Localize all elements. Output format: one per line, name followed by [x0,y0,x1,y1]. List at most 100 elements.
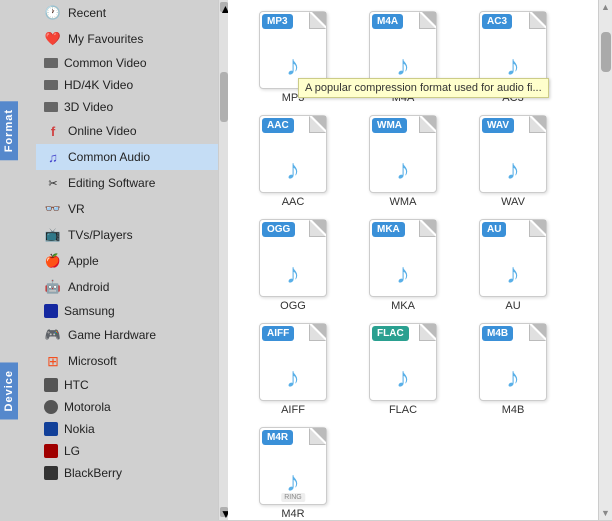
sidebar-item-game-hardware[interactable]: 🎮 Game Hardware [36,322,218,348]
wav-label: WAV [501,196,525,208]
nokia-icon [44,422,58,436]
sidebar-item-recent[interactable]: 🕐 Recent [36,0,218,26]
sidebar-item-common-video[interactable]: Common Video [36,52,218,74]
aiff-badge: AIFF [262,326,294,341]
aiff-label: AIFF [281,404,305,416]
mka-music-note: ♪ [396,258,410,290]
format-item-aac[interactable]: AAC ♪ AAC [238,114,348,208]
mp3-badge: MP3 [262,14,293,29]
apple-icon: 🍎 [44,252,62,270]
aiff-music-note: ♪ [286,362,300,394]
sidebar-list: 🕐 Recent ❤️ My Favourites Common Video H… [36,0,218,520]
aac-icon-wrap: AAC ♪ [253,114,333,194]
scroll-down-arrow[interactable]: ▼ [601,508,610,518]
sidebar-item-favourites[interactable]: ❤️ My Favourites [36,26,218,52]
scroll-up-arrow[interactable]: ▲ [601,2,610,12]
sidebar-item-online-video[interactable]: f Online Video [36,118,218,144]
vr-icon: 👓 [44,200,62,218]
wav-file-icon: WAV ♪ [479,115,547,193]
sidebar-item-label: VR [68,202,85,216]
sidebar-scrollbar-thumb[interactable] [220,72,228,122]
sidebar-item-blackberry[interactable]: BlackBerry [36,462,218,484]
aac-label: AAC [282,196,305,208]
sidebar-item-apple[interactable]: 🍎 Apple [36,248,218,274]
sidebar-item-microsoft[interactable]: ⊞ Microsoft [36,348,218,374]
flac-file-icon: FLAC ♪ [369,323,437,401]
sidebar-item-label: Editing Software [68,176,155,190]
main-scrollbar-thumb[interactable] [601,32,611,72]
sidebar-item-tvs-players[interactable]: 📺 TVs/Players [36,222,218,248]
ring-label: RING [281,493,305,502]
sidebar-item-label: 3D Video [64,100,113,114]
m4r-label: M4R [281,508,304,520]
sidebar-item-nokia[interactable]: Nokia [36,418,218,440]
sidebar-item-samsung[interactable]: Samsung [36,300,218,322]
format-tab[interactable]: Format [0,101,18,160]
sidebar-item-vr[interactable]: 👓 VR [36,196,218,222]
format-item-m4b[interactable]: M4B ♪ M4B [458,322,568,416]
wma-icon-wrap: WMA ♪ [363,114,443,194]
aac-music-note: ♪ [286,154,300,186]
flac-badge: FLAC [372,326,409,341]
sidebar-item-label: Android [68,280,109,294]
ogg-music-note: ♪ [286,258,300,290]
wma-music-note: ♪ [396,154,410,186]
ac3-badge: AC3 [482,14,512,29]
m4b-file-icon: M4B ♪ [479,323,547,401]
format-item-m4r[interactable]: M4R ♪ RING M4R [238,426,348,520]
sidebar-item-label: Apple [68,254,99,268]
ogg-label: OGG [280,300,306,312]
m4r-badge: M4R [262,430,293,445]
format-item-wav[interactable]: WAV ♪ WAV [458,114,568,208]
sidebar-item-label: HD/4K Video [64,78,133,92]
sidebar-item-hd-video[interactable]: HD/4K Video [36,74,218,96]
scrollbar-up-arrow[interactable]: ▲ [220,2,228,12]
scrollbar-down-arrow[interactable]: ▼ [220,507,228,517]
m4b-icon-wrap: M4B ♪ [473,322,553,402]
editing-icon: ✂ [44,174,62,192]
wav-icon-wrap: WAV ♪ [473,114,553,194]
aiff-icon-wrap: AIFF ♪ [253,322,333,402]
motorola-icon [44,400,58,414]
sidebar-item-htc[interactable]: HTC [36,374,218,396]
aac-file-icon: AAC ♪ [259,115,327,193]
format-item-wma[interactable]: WMA ♪ WMA [348,114,458,208]
device-tab[interactable]: Device [0,362,18,419]
3d-icon [44,102,58,112]
audio-icon: ♫ [44,148,62,166]
online-icon: f [44,122,62,140]
sidebar-item-label: BlackBerry [64,466,122,480]
htc-icon [44,378,58,392]
sidebar-scrollbar[interactable]: ▲ ▼ [218,0,228,520]
au-file-icon: AU ♪ [479,219,547,297]
main-scrollbar[interactable]: ▲ ▼ [598,0,612,520]
format-item-mp3[interactable]: MP3 ♪ A popular compression format used … [238,10,348,104]
heart-icon: ❤️ [44,30,62,48]
format-item-aiff[interactable]: AIFF ♪ AIFF [238,322,348,416]
au-badge: AU [482,222,506,237]
tabs-column: Format Device [0,0,18,520]
format-item-ogg[interactable]: OGG ♪ OGG [238,218,348,312]
mka-file-icon: MKA ♪ [369,219,437,297]
sidebar-item-label: Common Video [64,56,147,70]
format-item-au[interactable]: AU ♪ AU [458,218,568,312]
ogg-badge: OGG [262,222,295,237]
sidebar-item-label: HTC [64,378,89,392]
flac-label: FLAC [389,404,417,416]
sidebar-item-label: My Favourites [68,32,143,46]
sidebar-item-android[interactable]: 🤖 Android [36,274,218,300]
game-icon: 🎮 [44,326,62,344]
format-item-mka[interactable]: MKA ♪ MKA [348,218,458,312]
tv-icon: 📺 [44,226,62,244]
mka-icon-wrap: MKA ♪ [363,218,443,298]
sidebar-item-editing-software[interactable]: ✂ Editing Software [36,170,218,196]
aiff-file-icon: AIFF ♪ [259,323,327,401]
m4b-music-note: ♪ [506,362,520,394]
sidebar-item-common-audio[interactable]: ♫ Common Audio [36,144,218,170]
format-item-flac[interactable]: FLAC ♪ FLAC [348,322,458,416]
sidebar-item-motorola[interactable]: Motorola [36,396,218,418]
sidebar-item-lg[interactable]: LG [36,440,218,462]
ogg-file-icon: OGG ♪ [259,219,327,297]
sidebar-item-3d-video[interactable]: 3D Video [36,96,218,118]
m4a-badge: M4A [372,14,403,29]
